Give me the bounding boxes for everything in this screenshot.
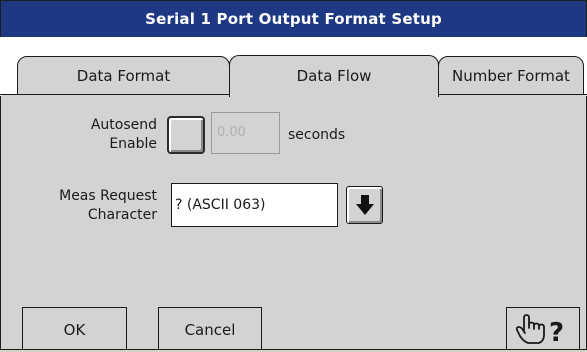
autosend-label-line1: Autosend bbox=[90, 117, 157, 133]
pointing-hand-question-icon: ? bbox=[515, 314, 564, 348]
svg-text:?: ? bbox=[549, 318, 564, 348]
cancel-button[interactable]: Cancel bbox=[158, 307, 262, 349]
seconds-unit-label: seconds bbox=[288, 127, 346, 143]
tab-strip: Data Format Data Flow Number Format bbox=[0, 37, 587, 97]
autosend-enable-checkbox[interactable] bbox=[167, 116, 205, 154]
tab-data-flow[interactable]: Data Flow bbox=[229, 55, 439, 97]
autosend-label-line2: Enable bbox=[109, 136, 157, 152]
tab-number-format[interactable]: Number Format bbox=[438, 56, 584, 95]
meas-request-label: Meas Request Character bbox=[21, 187, 157, 225]
autosend-label: Autosend Enable bbox=[41, 116, 157, 154]
data-flow-panel: Autosend Enable 0.00 seconds Meas Reques… bbox=[1, 95, 586, 349]
meas-request-label-line1: Meas Request bbox=[59, 188, 157, 204]
window-title: Serial 1 Port Output Format Setup bbox=[1, 1, 586, 37]
meas-request-character-field[interactable]: ? (ASCII 063) bbox=[171, 183, 338, 227]
meas-request-label-line2: Character bbox=[87, 207, 157, 223]
autosend-interval-input[interactable]: 0.00 bbox=[211, 112, 280, 154]
meas-request-dropdown-button[interactable] bbox=[346, 186, 383, 224]
tab-data-format[interactable]: Data Format bbox=[17, 56, 230, 95]
arrow-down-icon bbox=[356, 195, 374, 215]
help-button[interactable]: ? bbox=[506, 307, 580, 349]
ok-button[interactable]: OK bbox=[22, 307, 127, 349]
